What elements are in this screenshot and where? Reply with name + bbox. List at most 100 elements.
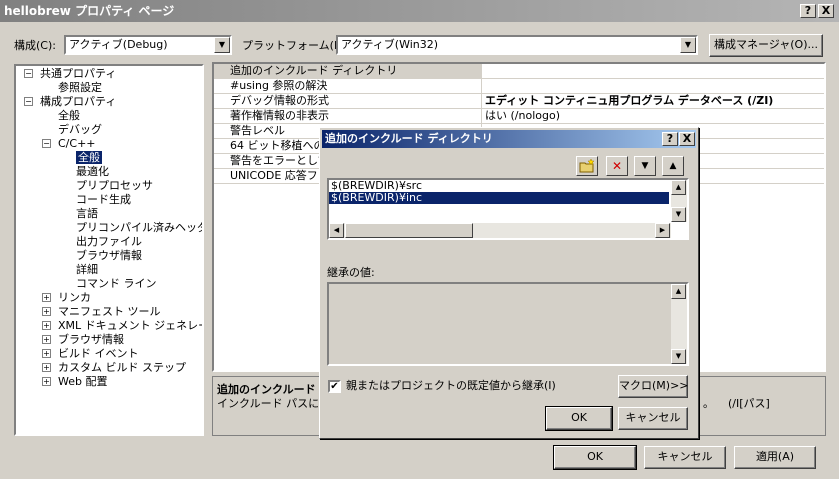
tree-item-label: 構成プロパティ [40, 95, 117, 108]
property-tree[interactable]: 共通プロパティ − 参照設定 構成プロパティ − 全般 デバッグ C/C++ − 全般 最適化 プリプ… [14, 64, 204, 436]
macro-button[interactable]: マクロ(M)>> [618, 375, 689, 398]
tree-item[interactable]: プリプロセッサ [76, 179, 153, 193]
collapse-icon[interactable]: − [42, 139, 51, 148]
inherit-checkbox[interactable]: ✔ [328, 380, 341, 393]
tree-item[interactable]: コマンド ライン [76, 277, 157, 291]
grid-row-value[interactable]: エディット コンティニュ用プログラム データベース (/ZI) [482, 94, 824, 108]
list-vertical-scrollbar[interactable]: ▲ ▼ [671, 180, 687, 222]
expand-icon[interactable]: + [42, 377, 51, 386]
tree-item[interactable]: 参照設定 [58, 81, 102, 95]
config-manager-button[interactable]: 構成マネージャ(O)... [709, 34, 823, 57]
description-right-text: 。 (/I[パス] [703, 397, 770, 410]
tree-item-label: リンカ [58, 291, 91, 304]
expand-icon[interactable]: + [42, 349, 51, 358]
expand-icon[interactable]: + [42, 321, 51, 330]
scroll-up-icon[interactable]: ▲ [671, 180, 686, 195]
tree-item[interactable]: コード生成 [76, 193, 131, 207]
move-down-icon[interactable]: ▼ [634, 156, 656, 176]
tree-item-label: 全般 [76, 151, 102, 164]
ok-button[interactable]: OK [553, 445, 637, 470]
cancel-button[interactable]: キャンセル [644, 446, 726, 469]
new-folder-icon[interactable] [576, 156, 598, 176]
platform-value: アクティブ(Win32) [341, 38, 439, 51]
list-item[interactable]: $(BREWDIR)¥inc [329, 192, 669, 204]
move-up-icon[interactable]: ▲ [662, 156, 684, 176]
collapse-icon[interactable]: − [24, 69, 33, 78]
grid-row[interactable]: #using 参照の解決 [214, 79, 824, 94]
tree-item-label: 共通プロパティ [40, 67, 117, 80]
dialog-close-icon[interactable]: X [679, 132, 695, 146]
grid-row-key: 著作権情報の非表示 [214, 109, 482, 123]
tree-item[interactable]: 出力ファイル [76, 235, 142, 249]
apply-button[interactable]: 適用(A) [734, 446, 816, 469]
tree-item[interactable]: デバッグ [58, 123, 102, 137]
tree-item-label: XML ドキュメント ジェネレータ [58, 319, 204, 332]
scroll-left-icon[interactable]: ◀ [329, 223, 344, 238]
scroll-thumb[interactable] [345, 223, 473, 238]
grid-row-key: 追加のインクルード ディレクトリ [214, 64, 482, 78]
scroll-up-icon[interactable]: ▲ [671, 284, 686, 299]
tree-item-label: ブラウザ情報 [58, 333, 124, 346]
tree-item[interactable]: 共通プロパティ [40, 67, 116, 81]
grid-row[interactable]: デバッグ情報の形式 エディット コンティニュ用プログラム データベース (/ZI) [214, 94, 824, 109]
chevron-down-icon[interactable]: ▼ [214, 37, 230, 53]
chevron-down-icon[interactable]: ▼ [680, 37, 696, 53]
tree-item-label: 言語 [76, 207, 98, 220]
grid-row-key: デバッグ情報の形式 [214, 94, 482, 108]
tree-item[interactable]: プリコンパイル済みヘッダー [76, 221, 202, 235]
list-horizontal-scrollbar[interactable]: ◀ ▶ [329, 223, 671, 238]
dialog-title-bar: 追加のインクルード ディレクトリ [322, 130, 696, 148]
scroll-down-icon[interactable]: ▼ [671, 207, 686, 222]
tree-item-label: マニフェスト ツール [58, 305, 161, 318]
expand-icon[interactable]: + [42, 293, 51, 302]
scroll-right-icon[interactable]: ▶ [655, 223, 670, 238]
inherited-values-box: ▲ ▼ [327, 282, 689, 366]
window-title-bar: hellobrew プロパティ ページ [0, 0, 839, 22]
scroll-down-icon[interactable]: ▼ [671, 349, 686, 364]
tree-item[interactable]: リンカ [58, 291, 91, 305]
tree-item[interactable]: 構成プロパティ [40, 95, 116, 109]
tree-item-label: ブラウザ情報 [76, 249, 142, 262]
tree-item[interactable]: ブラウザ情報 [58, 333, 124, 347]
tree-item-label: Web 配置 [58, 375, 108, 388]
tree-item-label: プリプロセッサ [76, 179, 153, 192]
expand-icon[interactable]: + [42, 363, 51, 372]
tree-item[interactable]: XML ドキュメント ジェネレータ [58, 319, 204, 333]
tree-item[interactable]: C/C++ [58, 137, 96, 151]
dialog-cancel-button[interactable]: キャンセル [618, 407, 688, 430]
tree-item[interactable]: ブラウザ情報 [76, 249, 142, 263]
expand-icon[interactable]: + [42, 307, 51, 316]
dialog-title: 追加のインクルード ディレクトリ [325, 132, 493, 145]
tree-item[interactable]: マニフェスト ツール [58, 305, 161, 319]
dialog-ok-button[interactable]: OK [545, 406, 613, 431]
grid-row-value[interactable] [482, 79, 824, 93]
tree-item[interactable]: カスタム ビルド ステップ [58, 361, 186, 375]
tree-item[interactable]: 全般 [58, 109, 80, 123]
grid-row-value[interactable]: はい (/nologo) [482, 109, 824, 123]
tree-item[interactable]: ビルド イベント [58, 347, 139, 361]
config-value: アクティブ(Debug) [69, 38, 168, 51]
tree-item-label: 全般 [58, 109, 80, 122]
platform-label: プラットフォーム(P): [242, 39, 349, 52]
grid-row[interactable]: 著作権情報の非表示 はい (/nologo) [214, 109, 824, 124]
grid-row-value[interactable] [482, 64, 824, 78]
config-select[interactable]: アクティブ(Debug) ▼ [64, 35, 232, 55]
directory-list[interactable]: $(BREWDIR)¥src $(BREWDIR)¥inc ▲ ▼ ◀ ▶ [327, 178, 689, 240]
tree-item-label: プリコンパイル済みヘッダー [76, 221, 202, 234]
collapse-icon[interactable]: − [24, 97, 33, 106]
close-icon[interactable]: X [818, 4, 834, 18]
tree-item-label: 詳細 [76, 263, 98, 276]
expand-icon[interactable]: + [42, 335, 51, 344]
dialog-help-button[interactable]: ? [662, 132, 678, 146]
tree-item[interactable]: Web 配置 [58, 375, 107, 389]
tree-item[interactable]: 言語 [76, 207, 98, 221]
platform-select[interactable]: アクティブ(Win32) ▼ [336, 35, 698, 55]
tree-item[interactable]: 全般 [76, 151, 102, 165]
tree-item-label: ビルド イベント [58, 347, 139, 360]
tree-item[interactable]: 最適化 [76, 165, 109, 179]
delete-icon[interactable]: ✕ [606, 156, 628, 176]
help-button[interactable]: ? [800, 4, 816, 18]
inherited-vertical-scrollbar[interactable]: ▲ ▼ [671, 284, 687, 364]
grid-row[interactable]: 追加のインクルード ディレクトリ [214, 64, 824, 79]
tree-item[interactable]: 詳細 [76, 263, 98, 277]
